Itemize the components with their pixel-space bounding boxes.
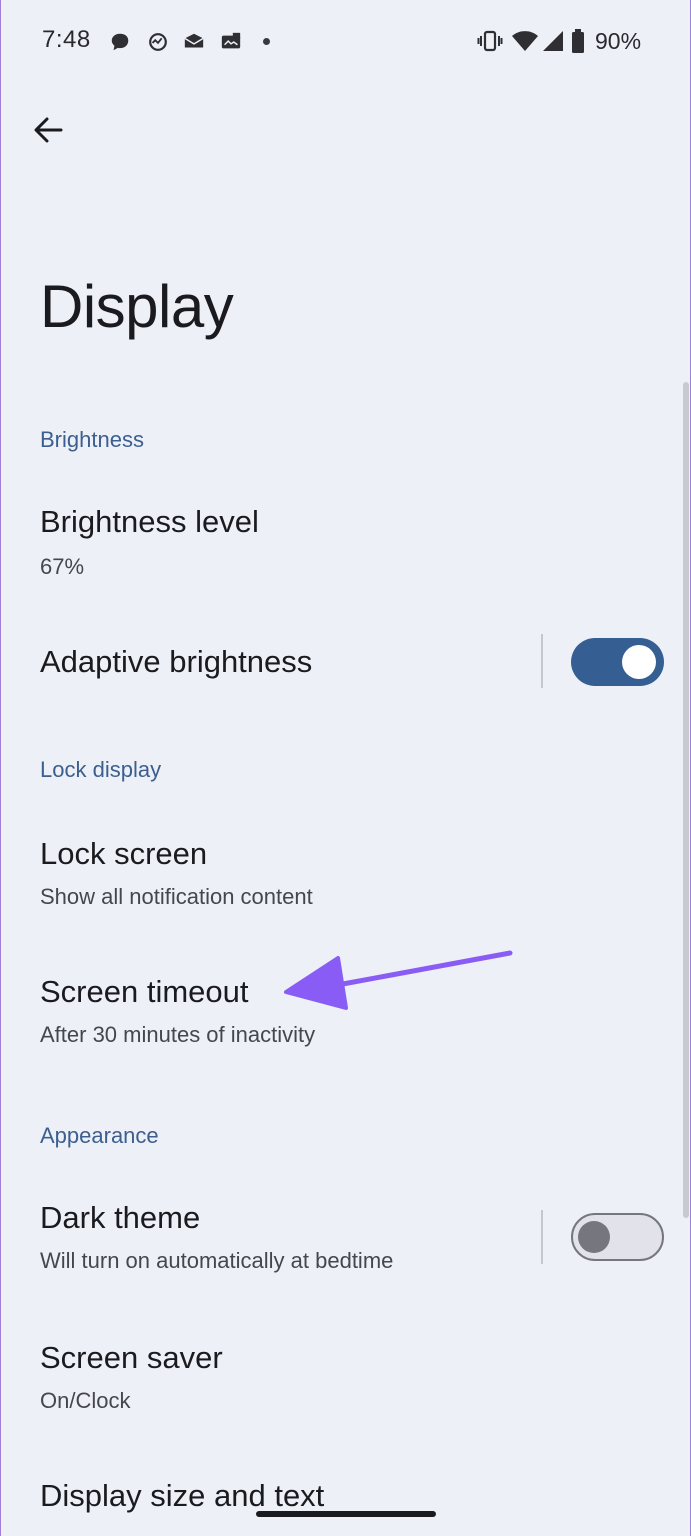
lock-screen-title: Lock screen (40, 836, 208, 871)
brightness-level-item[interactable]: Brightness level 67% (0, 480, 691, 600)
brightness-level-title: Brightness level (40, 504, 259, 539)
wifi-icon (511, 28, 539, 54)
back-arrow-icon (34, 117, 63, 143)
scrollbar[interactable] (683, 382, 689, 1218)
brightness-level-value: 67% (40, 554, 85, 579)
section-header-lock-display: Lock display (40, 757, 162, 782)
screen-saver-subtitle: On/Clock (40, 1388, 131, 1413)
photo-mail-icon (219, 30, 243, 54)
divider (541, 1210, 543, 1264)
cell-signal-icon (539, 28, 567, 54)
lock-screen-subtitle: Show all notification content (40, 884, 313, 909)
status-bar: 7:48 90% (0, 0, 691, 84)
battery-icon (568, 28, 588, 54)
back-button[interactable] (26, 108, 70, 152)
divider (541, 634, 543, 688)
vibrate-icon (476, 28, 504, 54)
screen-timeout-item[interactable]: Screen timeout After 30 minutes of inact… (0, 950, 691, 1070)
display-size-and-text-title: Display size and text (40, 1478, 325, 1513)
section-header-brightness: Brightness (40, 427, 144, 452)
adaptive-brightness-title: Adaptive brightness (40, 644, 313, 679)
page-title: Display (40, 273, 234, 340)
dark-theme-subtitle: Will turn on automatically at bedtime (40, 1248, 394, 1273)
status-time: 7:48 (42, 26, 91, 53)
chat-bubble-icon (108, 30, 132, 54)
toggle-knob (622, 645, 656, 679)
screen-saver-title: Screen saver (40, 1340, 223, 1375)
toggle-knob (578, 1221, 610, 1253)
lock-screen-item[interactable]: Lock screen Show all notification conten… (0, 812, 691, 932)
screen-saver-item[interactable]: Screen saver On/Clock (0, 1316, 691, 1436)
adaptive-brightness-toggle[interactable] (571, 638, 664, 686)
sync-activity-icon (146, 30, 170, 54)
battery-percent: 90% (595, 28, 642, 54)
screen-timeout-subtitle: After 30 minutes of inactivity (40, 1022, 316, 1047)
gesture-nav-handle[interactable] (256, 1511, 436, 1517)
more-notifications-dot (263, 38, 270, 45)
display-size-and-text-item[interactable]: Display size and text (0, 1454, 691, 1536)
dark-theme-toggle[interactable] (571, 1213, 664, 1261)
screen-timeout-title: Screen timeout (40, 974, 249, 1009)
section-header-appearance: Appearance (40, 1123, 159, 1148)
dark-theme-title: Dark theme (40, 1200, 201, 1235)
mail-envelope-icon (182, 30, 206, 54)
